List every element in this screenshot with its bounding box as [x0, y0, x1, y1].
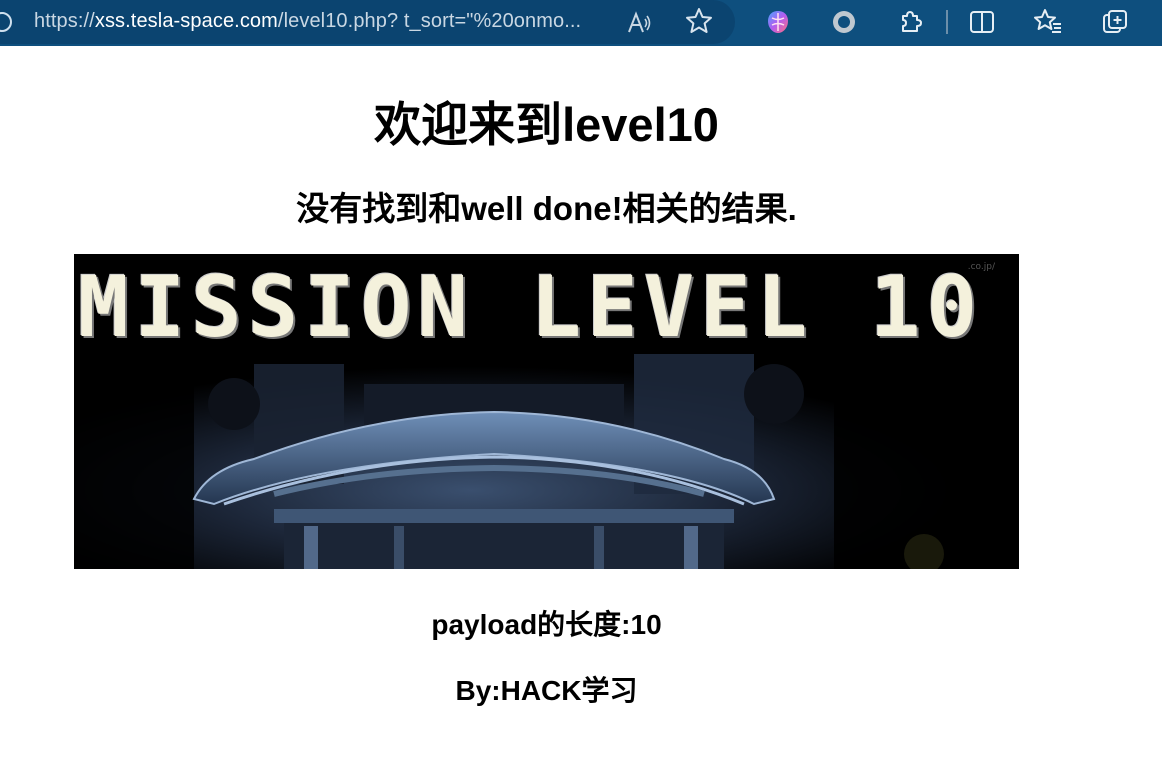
url-text[interactable]: https://xss.tesla-space.com/level10.php?… — [34, 10, 609, 33]
site-info-icon[interactable] — [0, 12, 12, 32]
url-prefix: https:// — [34, 10, 95, 32]
toolbar-divider — [946, 10, 948, 34]
page-title: 欢迎来到level10 — [374, 98, 719, 151]
address-bar[interactable]: https://xss.tesla-space.com/level10.php?… — [0, 0, 735, 44]
read-aloud-icon[interactable] — [625, 9, 653, 37]
byline-text: By:HACK学习 — [455, 675, 638, 706]
mission-banner-image: MISSION LEVEL 10 .co.jp/ — [74, 254, 1019, 569]
favorites-icon[interactable] — [1032, 6, 1064, 38]
browser-toolbar: https://xss.tesla-space.com/level10.php?… — [0, 0, 1162, 46]
result-message: 没有找到和well done!相关的结果. — [296, 190, 797, 227]
record-icon[interactable] — [828, 6, 860, 38]
collections-icon[interactable] — [1100, 6, 1132, 38]
favorite-star-icon[interactable] — [684, 6, 714, 36]
url-host: xss.tesla-space.com — [94, 10, 278, 32]
banner-title-text: MISSION LEVEL 10 — [78, 258, 984, 356]
extensions-icon[interactable] — [894, 6, 926, 38]
split-screen-icon[interactable] — [966, 6, 998, 38]
payload-length-text: payload的长度:10 — [431, 609, 662, 640]
copilot-icon[interactable] — [762, 6, 794, 38]
banner-watermark: .co.jp/ — [967, 262, 995, 272]
url-path: /level10.php? t_sort="%20onmo... — [277, 10, 582, 32]
